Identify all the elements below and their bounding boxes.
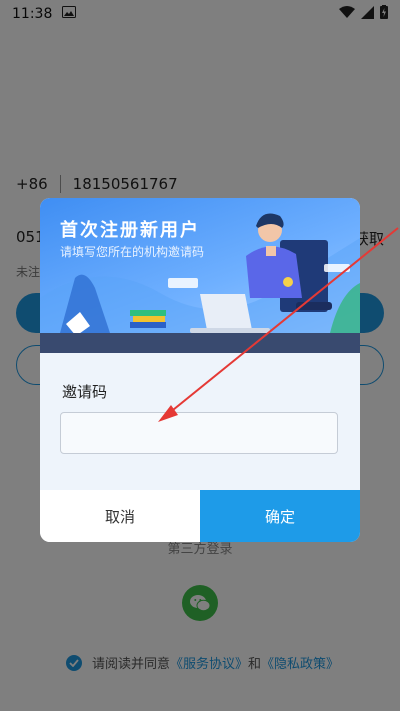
header-desk-band: [40, 333, 360, 353]
invite-code-label: 邀请码: [62, 383, 108, 401]
dialog-footer: 取消 确定: [40, 490, 360, 542]
dialog-title: 首次注册新用户: [60, 220, 200, 241]
dialog-header: 首次注册新用户 请填写您所在的机构邀请码: [40, 198, 360, 353]
invite-code-dialog: 首次注册新用户 请填写您所在的机构邀请码 邀请码 取消 确定: [40, 198, 360, 542]
confirm-button[interactable]: 确定: [200, 490, 360, 542]
cancel-button[interactable]: 取消: [40, 490, 200, 542]
invite-code-input[interactable]: [60, 412, 338, 454]
dialog-body: 邀请码: [40, 353, 360, 490]
dialog-subtitle: 请填写您所在的机构邀请码: [60, 245, 205, 259]
